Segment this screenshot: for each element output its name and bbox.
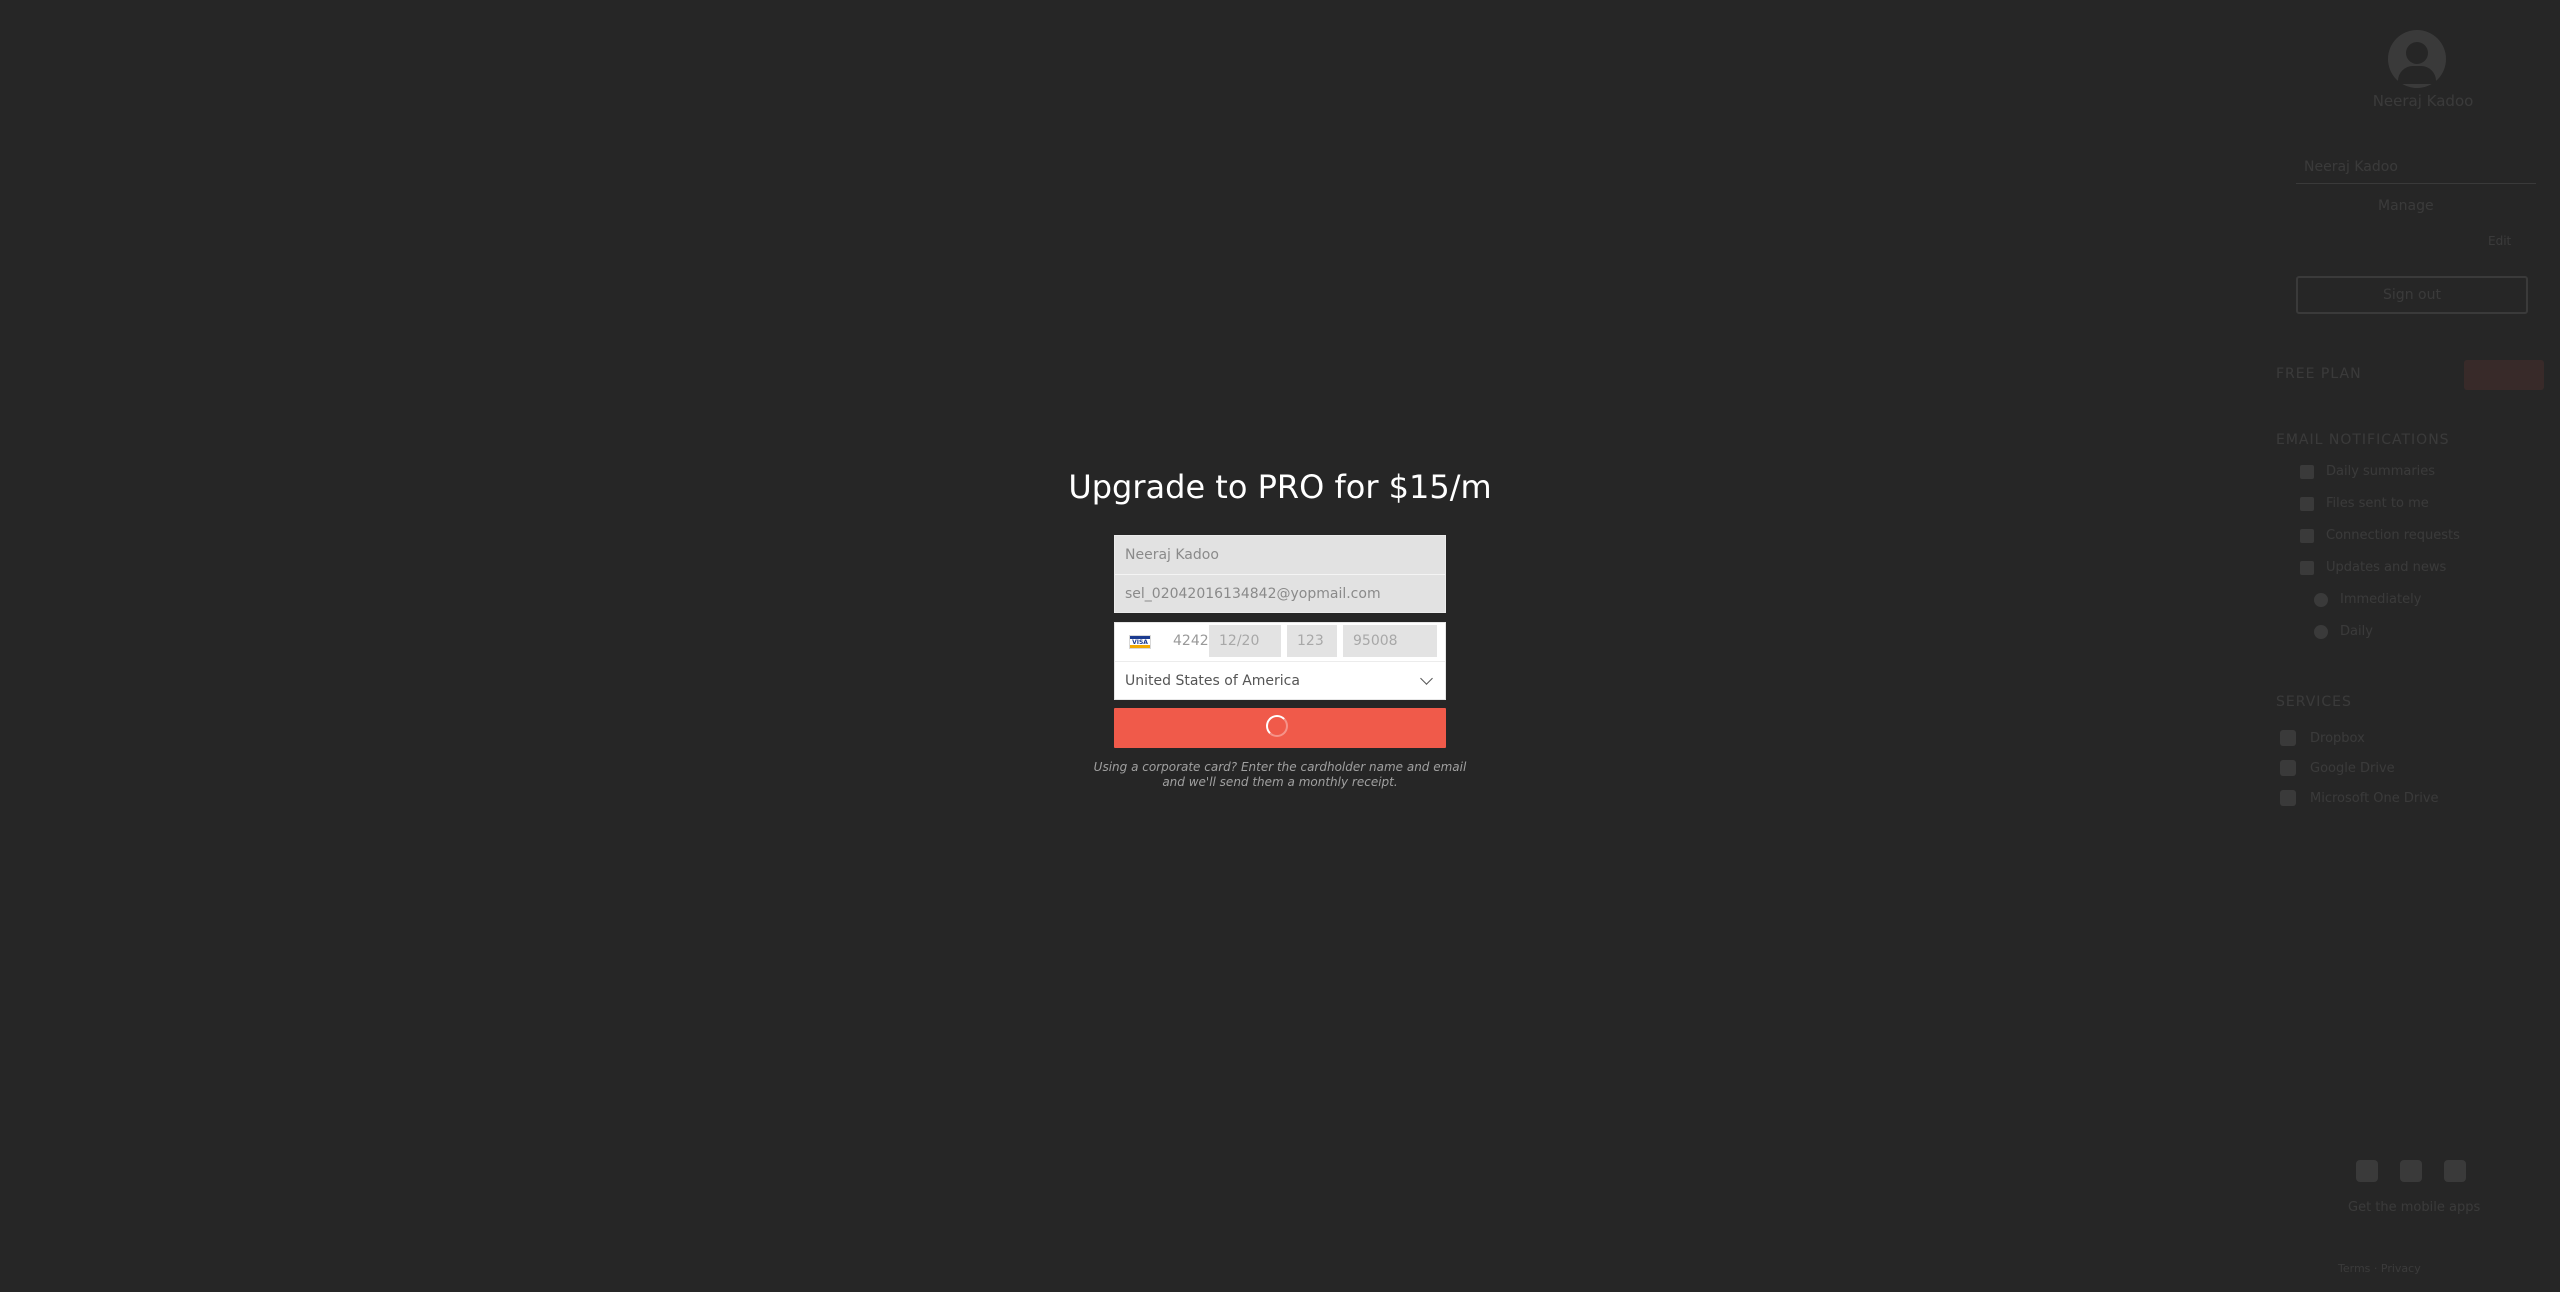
card-expiry-input[interactable] xyxy=(1209,625,1281,657)
onedrive-icon xyxy=(2280,790,2296,806)
country-select[interactable]: United States of America xyxy=(1115,662,1445,700)
account-side-panel: Neeraj Kadoo Neeraj Kadoo Manage Edit Si… xyxy=(2268,0,2560,1292)
radio-option: Daily xyxy=(2314,624,2373,639)
identity-fields xyxy=(1114,535,1446,613)
country-value: United States of America xyxy=(1125,673,1300,689)
upgrade-title: Upgrade to PRO for $15/m xyxy=(1068,468,1492,506)
android-icon xyxy=(2400,1160,2422,1182)
service-item: Microsoft One Drive xyxy=(2280,790,2439,806)
avatar xyxy=(2388,30,2446,88)
corporate-card-note: Using a corporate card? Enter the cardho… xyxy=(1093,760,1467,789)
service-item: Dropbox xyxy=(2280,730,2365,746)
profile-name: Neeraj Kadoo xyxy=(2372,92,2474,110)
service-item: Google Drive xyxy=(2280,760,2395,776)
checkbox xyxy=(2300,528,2314,543)
notification-option: Updates and news xyxy=(2300,560,2446,575)
mobile-apps-label: Get the mobile apps xyxy=(2348,1200,2481,1215)
mobile-apps xyxy=(2356,1160,2466,1182)
radio xyxy=(2314,592,2328,607)
profile-name-field: Neeraj Kadoo xyxy=(2296,150,2536,184)
manage-link: Manage xyxy=(2378,198,2434,214)
radio-option: Immediately xyxy=(2314,592,2421,607)
card-zip-input[interactable] xyxy=(1343,625,1437,657)
footer-links: Terms · Privacy xyxy=(2338,1262,2421,1275)
services-heading: SERVICES xyxy=(2276,694,2352,710)
card-cvc-input[interactable] xyxy=(1287,625,1337,657)
dropbox-icon xyxy=(2280,730,2296,746)
pay-button[interactable] xyxy=(1114,708,1446,748)
visa-icon: VISA xyxy=(1129,635,1151,649)
card-number[interactable]: 4242 xyxy=(1173,633,1209,649)
notifications-heading: EMAIL NOTIFICATIONS xyxy=(2276,432,2450,448)
desktop-icon xyxy=(2444,1160,2466,1182)
upgrade-button xyxy=(2464,360,2544,390)
card-details: VISA 4242 United States of America xyxy=(1114,622,1446,700)
cardholder-name-input[interactable] xyxy=(1115,536,1445,574)
chevron-down-icon xyxy=(1420,672,1433,685)
sign-out-button: Sign out xyxy=(2296,276,2528,314)
card-row: VISA 4242 xyxy=(1115,623,1445,662)
apple-icon xyxy=(2356,1160,2378,1182)
plan-heading: FREE PLAN xyxy=(2276,366,2362,382)
cardholder-email-input[interactable] xyxy=(1115,574,1445,612)
edit-link: Edit xyxy=(2488,234,2512,248)
checkbox xyxy=(2300,560,2314,575)
google-drive-icon xyxy=(2280,760,2296,776)
radio xyxy=(2314,624,2328,639)
app-backdrop: Neeraj Kadoo Neeraj Kadoo Manage Edit Si… xyxy=(0,0,2560,1292)
loading-spinner-icon xyxy=(1266,715,1288,737)
notification-option: Connection requests xyxy=(2300,528,2460,543)
